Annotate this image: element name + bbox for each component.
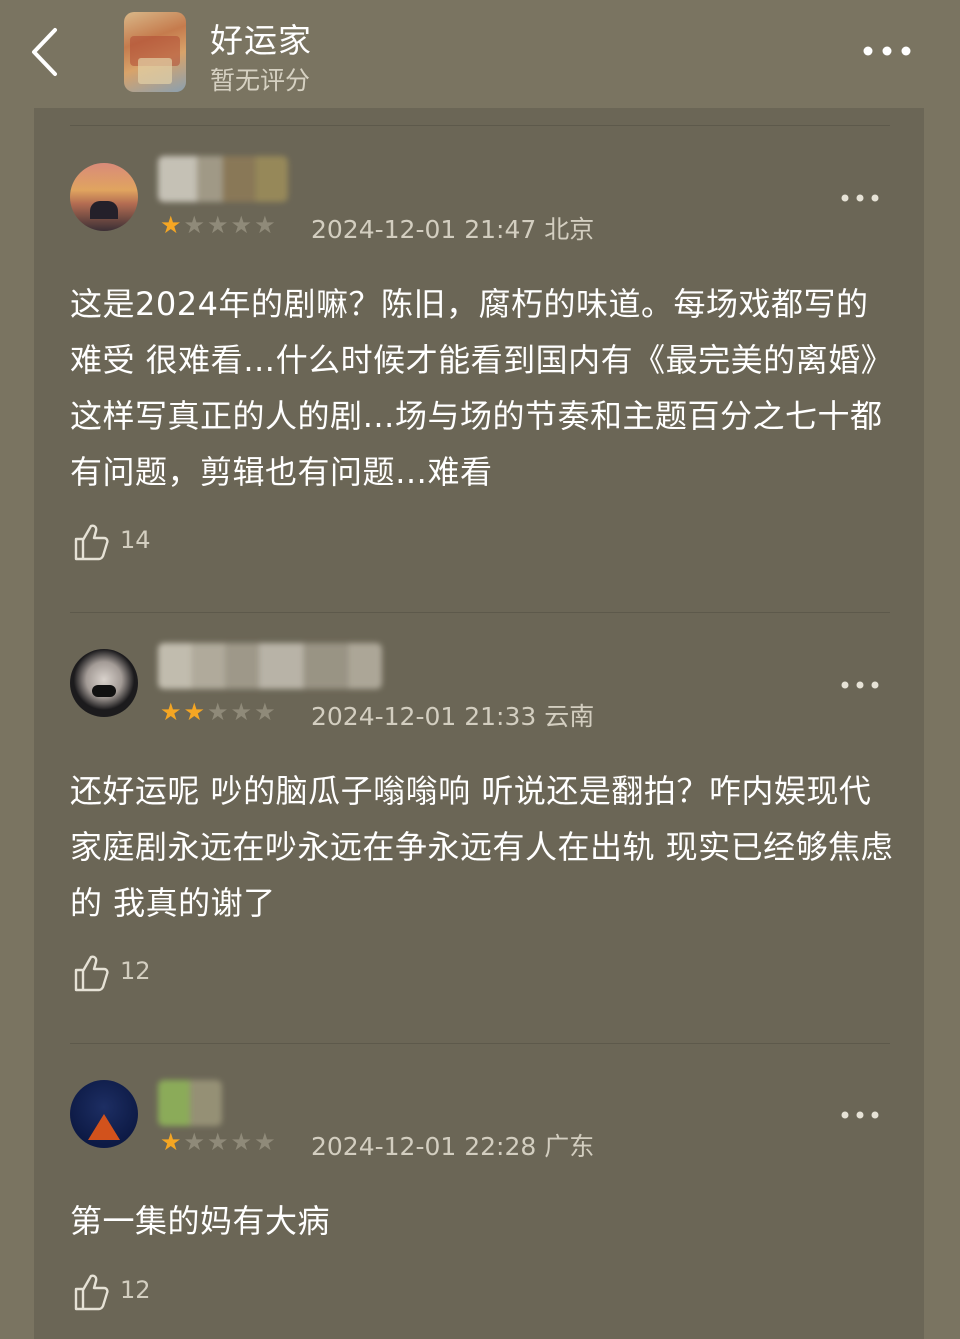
like-count: 12 <box>120 957 151 985</box>
review-location: 云南 <box>544 702 595 731</box>
back-button[interactable] <box>22 24 68 80</box>
more-dots-icon <box>841 1111 879 1119</box>
review-text: 还好运呢 吵的脑瓜子嗡嗡响 听说还是翻拍？咋内娱现代家庭剧永远在吵永远在争永远有… <box>70 772 894 922</box>
review-options-button[interactable] <box>840 1107 880 1123</box>
more-dots-icon <box>863 46 911 56</box>
review-text: 这是2024年的剧嘛？陈旧，腐朽的味道。每场戏都写的难受 很难看…什么时候才能看… <box>70 285 894 491</box>
divider <box>70 125 890 126</box>
thumbs-up-icon <box>74 1274 109 1311</box>
like-count: 12 <box>120 1276 151 1304</box>
chevron-left-icon <box>32 28 57 76</box>
review-location: 广东 <box>544 1132 595 1161</box>
review-meta: 2024-12-01 22:28 广东 <box>311 1127 594 1163</box>
thumbs-up-icon <box>74 955 109 992</box>
side-margin-right <box>924 108 960 1339</box>
review-text: 第一集的妈有大病 <box>70 1202 331 1240</box>
more-dots-icon <box>841 194 879 202</box>
side-margin-left <box>0 108 34 1339</box>
avatar[interactable] <box>70 649 138 717</box>
star-rating: ★★★★★ <box>160 211 278 239</box>
review-date: 2024-12-01 21:33 <box>311 702 537 731</box>
review-meta: 2024-12-01 21:47 北京 <box>311 210 594 246</box>
show-title: 好运家 <box>210 21 312 60</box>
username-blurred[interactable] <box>158 1080 222 1126</box>
poster-art-detail <box>138 58 172 84</box>
review-location: 北京 <box>544 215 595 244</box>
username-blurred[interactable] <box>158 156 288 202</box>
avatar[interactable] <box>70 163 138 231</box>
review-meta: 2024-12-01 21:33 云南 <box>311 697 594 733</box>
more-button[interactable] <box>862 40 912 62</box>
rating-status: 暂无评分 <box>210 66 311 95</box>
thumbs-up-icon <box>74 524 109 561</box>
username-blurred[interactable] <box>158 643 382 689</box>
avatar[interactable] <box>70 1080 138 1148</box>
review-date: 2024-12-01 21:47 <box>311 215 537 244</box>
more-dots-icon <box>841 681 879 689</box>
review-options-button[interactable] <box>840 190 880 206</box>
divider <box>70 1043 890 1044</box>
like-count: 14 <box>120 526 151 554</box>
star-rating: ★★★★★ <box>160 1128 278 1156</box>
review-options-button[interactable] <box>840 677 880 693</box>
show-poster[interactable] <box>124 12 186 92</box>
divider <box>70 612 890 613</box>
review-date: 2024-12-01 22:28 <box>311 1132 537 1161</box>
poster-logo <box>128 18 182 32</box>
app-header: 好运家 暂无评分 <box>0 0 960 109</box>
star-rating: ★★★★★ <box>160 698 278 726</box>
